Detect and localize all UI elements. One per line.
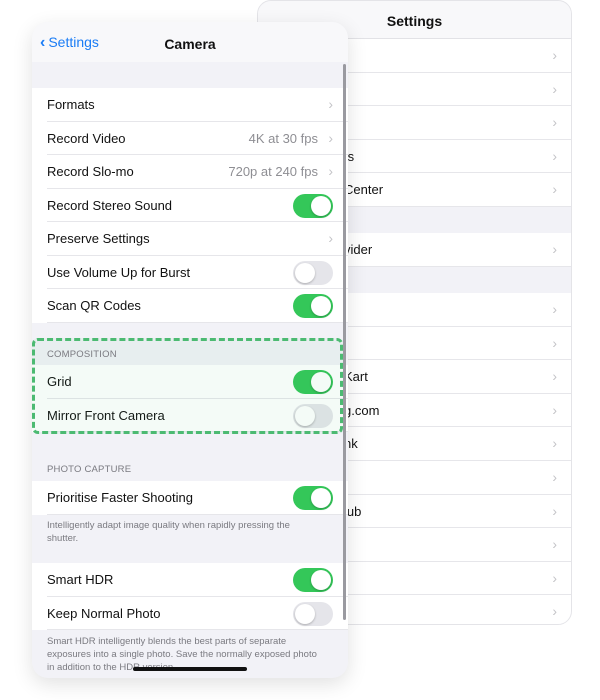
settings-row-label: g.com	[344, 402, 380, 418]
chevron-right-icon: ›	[552, 401, 557, 418]
chevron-right-icon: ›	[552, 502, 557, 519]
settings-row-prioritise-faster-shooting[interactable]: Prioritise Faster Shooting	[32, 481, 348, 515]
row-label: Use Volume Up for Burst	[47, 264, 191, 280]
row-label: Keep Normal Photo	[47, 605, 161, 621]
toggle-switch[interactable]	[293, 193, 333, 218]
chevron-right-icon: ›	[552, 301, 557, 317]
chevron-right-icon: ›	[552, 241, 557, 257]
row-value: 720p at 240 fps	[228, 164, 318, 179]
photo-capture-note: Intelligently adapt image quality when r…	[47, 520, 290, 544]
chevron-right-icon: ›	[552, 536, 557, 553]
chevron-right-icon: ›	[552, 47, 557, 63]
row-label: Prioritise Faster Shooting	[47, 490, 193, 505]
settings-row-use-volume-up-for-burst[interactable]: Use Volume Up for Burst	[32, 255, 348, 289]
scrollbar[interactable]	[343, 64, 346, 620]
toggle-switch[interactable]	[293, 294, 333, 318]
camera-settings-panel: ‹ Settings Camera Formats › Record Video 4K …	[32, 22, 348, 678]
toggle-switch[interactable]	[293, 601, 333, 626]
nav-bar: ‹ Settings Camera	[32, 22, 348, 62]
chevron-right-icon: ›	[552, 603, 557, 620]
row-label: Scan QR Codes	[47, 298, 141, 313]
chevron-right-icon: ›	[328, 230, 333, 246]
settings-row-label: vider	[344, 242, 373, 257]
row-label: Record Video	[47, 130, 126, 146]
chevron-right-icon: ›	[552, 114, 557, 131]
chevron-right-icon: ›	[552, 368, 557, 385]
row-label: Record Slo-mo	[47, 164, 134, 179]
row-label: Formats	[47, 97, 95, 112]
settings-row-label: Center	[344, 182, 384, 198]
section-header-photo-capture: PHOTO CAPTURE	[47, 464, 132, 475]
row-label: Smart HDR	[47, 572, 114, 587]
settings-row-scan-qr-codes[interactable]: Scan QR Codes	[32, 289, 348, 323]
section-header-composition: COMPOSITION	[47, 349, 117, 360]
chevron-right-icon: ›	[328, 163, 333, 179]
toggle-switch[interactable]	[293, 568, 333, 592]
chevron-right-icon: ›	[328, 129, 333, 146]
home-indicator	[133, 667, 247, 671]
chevron-right-icon: ›	[552, 435, 557, 452]
settings-row-formats[interactable]: Formats ›	[32, 88, 348, 122]
settings-row-record-video[interactable]: Record Video 4K at 30 fps ›	[32, 121, 348, 155]
toggle-switch[interactable]	[293, 260, 333, 285]
chevron-right-icon: ›	[552, 469, 557, 485]
settings-row-keep-normal-photo[interactable]: Keep Normal Photo	[32, 596, 348, 630]
settings-row-record-slo-mo[interactable]: Record Slo-mo 720p at 240 fps ›	[32, 155, 348, 189]
row-value: 4K at 30 fps	[248, 130, 318, 146]
chevron-right-icon: ›	[552, 181, 557, 198]
chevron-right-icon: ›	[328, 96, 333, 112]
chevron-right-icon: ›	[552, 80, 557, 97]
page-title: Camera	[164, 36, 216, 52]
chevron-right-icon: ›	[552, 147, 557, 164]
settings-row-record-stereo-sound[interactable]: Record Stereo Sound	[32, 188, 348, 222]
chevron-right-icon: ›	[552, 569, 557, 586]
row-label: Record Stereo Sound	[47, 197, 173, 213]
row-label: Preserve Settings	[47, 231, 150, 246]
settings-row-preserve-settings[interactable]: Preserve Settings ›	[32, 222, 348, 256]
chevron-right-icon: ›	[552, 334, 557, 351]
toggle-switch[interactable]	[293, 486, 333, 510]
settings-row-smart-hdr[interactable]: Smart HDR	[32, 563, 348, 597]
